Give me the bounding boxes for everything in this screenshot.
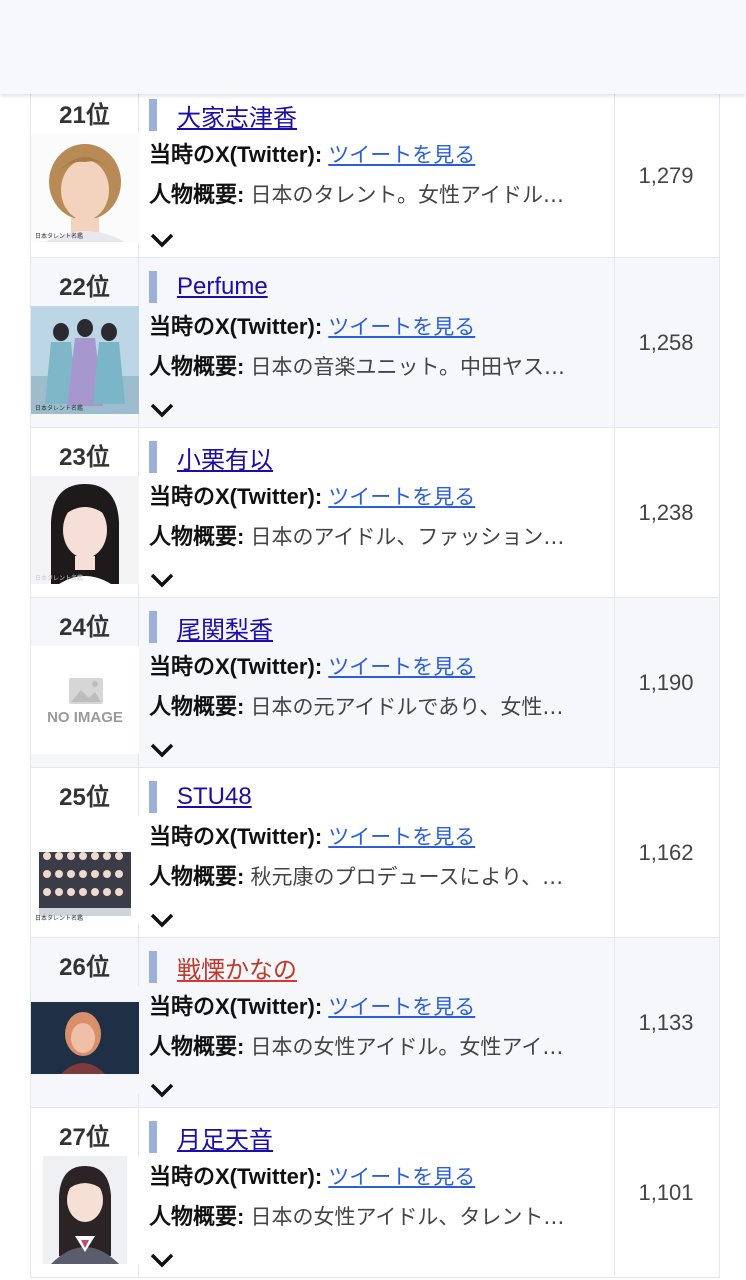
chevron-down-icon[interactable] (149, 399, 175, 421)
chevron-down-icon[interactable] (149, 1249, 175, 1271)
table-row: 26位 戦慄かなの 当時のX(Twitter): ツイートを見る 人物概要: 日… (30, 938, 719, 1108)
twitter-label: 当時のX(Twitter) (149, 654, 315, 679)
rank-label: 23位 (59, 444, 110, 471)
summary-text: 日本のタレント。女性アイドル… (250, 183, 564, 207)
person-name-link[interactable]: Perfume (177, 273, 268, 301)
top-app-bar (0, 0, 746, 94)
info-cell: 月足天音 当時のX(Twitter): ツイートを見る 人物概要: 日本の女性ア… (139, 1108, 615, 1277)
rank-cell: 26位 (30, 938, 139, 1107)
chevron-down-icon[interactable] (149, 909, 175, 931)
person-thumbnail[interactable]: 日本タレント名鑑 (30, 306, 139, 414)
no-image-text: NO IMAGE (47, 709, 123, 726)
count-cell: 1,279 (638, 162, 694, 188)
table-row: 23位 日本タレント名鑑 小栗有以 当時のX(Twitter): ツイートを見る… (30, 428, 719, 598)
table-row: 22位 日本タレント名鑑 Perfume 当時のX(Twitter): ツイート… (30, 258, 719, 428)
person-name-link[interactable]: 尾関梨香 (177, 610, 273, 645)
twitter-label: 当時のX(Twitter) (149, 994, 315, 1019)
accent-bar (149, 1121, 157, 1153)
view-tweet-link[interactable]: ツイートを見る (328, 995, 475, 1019)
summary-label: 人物概要 (149, 524, 238, 549)
accent-bar (149, 611, 157, 643)
person-name-link[interactable]: 小栗有以 (177, 440, 273, 475)
accent-bar (149, 99, 157, 131)
count-cell: 1,238 (638, 499, 694, 525)
summary-label: 人物概要 (149, 1034, 238, 1059)
rank-label: 27位 (59, 1124, 110, 1151)
twitter-label: 当時のX(Twitter) (149, 1164, 315, 1189)
person-name-link[interactable]: STU48 (177, 783, 252, 811)
person-name-link[interactable]: 戦慄かなの (177, 950, 297, 985)
rank-cell: 23位 日本タレント名鑑 (30, 428, 139, 597)
info-cell: 戦慄かなの 当時のX(Twitter): ツイートを見る 人物概要: 日本の女性… (139, 938, 615, 1107)
rank-label: 22位 (59, 274, 110, 301)
accent-bar (149, 781, 157, 813)
summary-label: 人物概要 (149, 864, 238, 889)
view-tweet-link[interactable]: ツイートを見る (328, 1165, 475, 1189)
accent-bar (149, 441, 157, 473)
summary-text: 日本の女性アイドル、タレント… (250, 1205, 565, 1229)
info-cell: 尾関梨香 当時のX(Twitter): ツイートを見る 人物概要: 日本の元アイ… (139, 598, 615, 767)
count-cell: 1,133 (638, 1009, 694, 1035)
rank-cell: 25位 日本タレント名鑑 (30, 768, 139, 937)
person-name-link[interactable]: 大家志津香 (177, 98, 297, 133)
watermark-text: 日本タレント名鑑 (35, 232, 83, 240)
twitter-label: 当時のX(Twitter) (149, 484, 315, 509)
info-cell: Perfume 当時のX(Twitter): ツイートを見る 人物概要: 日本の… (139, 258, 615, 427)
rank-cell: 22位 日本タレント名鑑 (30, 258, 139, 427)
accent-bar (149, 951, 157, 983)
table-row: 25位 日本タレント名鑑 STU48 当時のX(Twitter): ツイートを見… (30, 768, 719, 938)
summary-label: 人物概要 (149, 182, 238, 207)
chevron-down-icon[interactable] (149, 739, 175, 761)
chevron-down-icon[interactable] (149, 569, 175, 591)
count-cell: 1,190 (638, 669, 694, 695)
summary-label: 人物概要 (149, 354, 238, 379)
person-thumbnail[interactable]: 日本タレント名鑑 (30, 134, 139, 242)
table-row: 24位 NO IMAGE 尾関梨香 当時のX(Twitter): ツイートを見る (30, 598, 719, 768)
rank-label: 26位 (59, 954, 110, 981)
chevron-down-icon[interactable] (149, 1079, 175, 1101)
no-image-placeholder[interactable]: NO IMAGE (30, 646, 139, 754)
rank-label: 24位 (59, 614, 110, 641)
watermark-text: 日本タレント名鑑 (35, 914, 83, 922)
rank-cell: 24位 NO IMAGE (30, 598, 139, 767)
rank-cell: 21位 日本タレント名鑑 (30, 94, 139, 257)
watermark-text: 日本タレント名鑑 (35, 574, 83, 582)
ranking-table: 21位 日本タレント名鑑 大家志津香 当時のX(Twitter): ツイートを見… (30, 94, 720, 1278)
view-tweet-link[interactable]: ツイートを見る (328, 143, 475, 167)
info-cell: STU48 当時のX(Twitter): ツイートを見る 人物概要: 秋元康のプ… (139, 768, 615, 937)
person-thumbnail[interactable] (30, 986, 139, 1094)
summary-text: 秋元康のプロデュースにより、… (250, 865, 564, 889)
table-row: 27位 月足天音 当時のX(Twitter): ツイートを見る 人物概要: 日本… (30, 1108, 719, 1278)
summary-label: 人物概要 (149, 694, 238, 719)
twitter-label: 当時のX(Twitter) (149, 314, 315, 339)
rank-cell: 27位 (30, 1108, 139, 1277)
view-tweet-link[interactable]: ツイートを見る (328, 485, 475, 509)
count-cell: 1,101 (638, 1179, 694, 1205)
person-thumbnail[interactable]: 日本タレント名鑑 (30, 816, 139, 924)
summary-label: 人物概要 (149, 1204, 238, 1229)
summary-text: 日本の元アイドルであり、女性… (250, 695, 564, 719)
summary-text: 日本の女性アイドル。女性アイ… (250, 1035, 564, 1059)
view-tweet-link[interactable]: ツイートを見る (328, 315, 475, 339)
count-cell: 1,258 (638, 329, 694, 355)
view-tweet-link[interactable]: ツイートを見る (328, 655, 475, 679)
summary-text: 日本の音楽ユニット。中田ヤス… (250, 355, 566, 379)
count-cell: 1,162 (638, 839, 694, 865)
person-name-link[interactable]: 月足天音 (177, 1120, 273, 1155)
info-cell: 大家志津香 当時のX(Twitter): ツイートを見る 人物概要: 日本のタレ… (139, 94, 615, 257)
info-cell: 小栗有以 当時のX(Twitter): ツイートを見る 人物概要: 日本のアイド… (139, 428, 615, 597)
accent-bar (149, 271, 157, 303)
twitter-label: 当時のX(Twitter) (149, 824, 315, 849)
table-row: 21位 日本タレント名鑑 大家志津香 当時のX(Twitter): ツイートを見… (30, 94, 719, 258)
rank-label: 21位 (59, 102, 110, 129)
rank-label: 25位 (59, 784, 110, 811)
person-thumbnail[interactable] (30, 1156, 139, 1264)
chevron-down-icon[interactable] (149, 229, 175, 251)
person-thumbnail[interactable]: 日本タレント名鑑 (30, 476, 139, 584)
view-tweet-link[interactable]: ツイートを見る (328, 825, 475, 849)
twitter-label: 当時のX(Twitter) (149, 142, 315, 167)
watermark-text: 日本タレント名鑑 (35, 404, 83, 412)
summary-text: 日本のアイドル、ファッション… (250, 525, 565, 549)
